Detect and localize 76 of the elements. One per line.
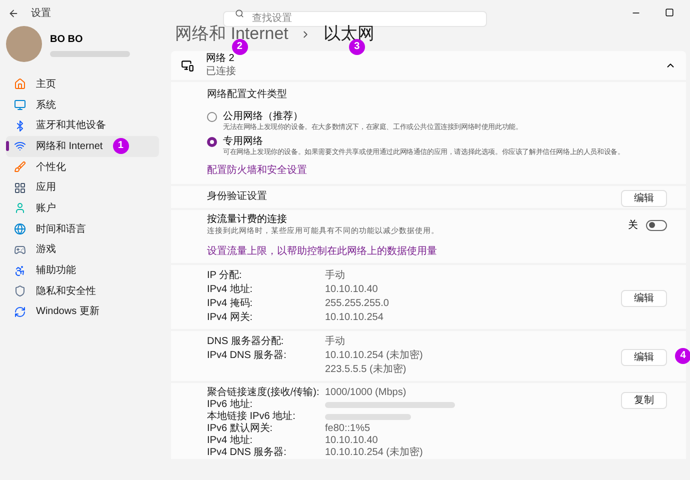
nav-item[interactable]: 主页: [6, 74, 159, 95]
edit-button[interactable]: 编辑: [621, 290, 667, 307]
property-value: 10.10.10.40: [325, 283, 378, 297]
data-limit-link[interactable]: 设置流量上限，以帮助控制在此网络上的数据使用量: [207, 244, 667, 259]
property-label: IP 分配:: [207, 269, 243, 283]
search-icon: [235, 8, 244, 18]
auth-label: 身份验证设置: [207, 190, 267, 204]
back-icon[interactable]: [8, 8, 19, 18]
annotation-badge: 2: [232, 39, 248, 55]
property-value: 手动: [325, 269, 345, 283]
nav-item[interactable]: 个性化: [6, 156, 159, 178]
radio-label: 公用网络（推荐）: [223, 110, 304, 123]
property-label: IPv4 地址:: [207, 283, 254, 297]
maximize-icon[interactable]: [665, 8, 674, 17]
search-field[interactable]: 查找设置: [223, 10, 487, 26]
brush-icon: [14, 161, 26, 174]
user-icon: [14, 202, 26, 214]
monitor-icon: [14, 99, 26, 112]
property-label: IPv4 网关:: [207, 311, 254, 325]
firewall-link[interactable]: 配置防火墙和安全设置: [207, 163, 678, 178]
shield-icon: [14, 285, 26, 298]
property-value: 10.10.10.254 (未加密): [325, 349, 423, 363]
nav-item[interactable]: 系统: [6, 94, 159, 116]
toggle-switch[interactable]: [646, 220, 667, 230]
property-label: IPv4 地址:: [207, 434, 254, 448]
metered-label: 按流量计费的连接: [207, 214, 288, 226]
property-value: 手动: [325, 335, 345, 349]
user-name: BO BO: [50, 32, 84, 46]
apps-icon: [14, 182, 26, 194]
annotation-badge: 1: [112, 138, 129, 154]
network-header[interactable]: 网络 2 已连接: [171, 51, 686, 80]
radio-button[interactable]: [207, 137, 217, 147]
property-label: IPv6 默认网关:: [207, 422, 274, 434]
property-label: IPv4 DNS 服务器:: [207, 349, 288, 363]
section-title: 网络配置文件类型: [207, 88, 288, 102]
annotation-badge: 3: [348, 39, 365, 55]
network-status: 已连接: [206, 66, 236, 78]
nav-item[interactable]: 蓝牙和其他设备: [6, 115, 159, 136]
nav-item[interactable]: 时间和语言: [6, 218, 159, 240]
property-value: 255.255.255.0: [325, 297, 389, 311]
nav-item[interactable]: 账户: [6, 198, 159, 219]
annotation-badge: 4: [675, 348, 690, 364]
globe-icon: [14, 223, 26, 236]
ethernet-icon: [181, 59, 194, 72]
property-value: 1000/1000 (Mbps): [325, 386, 406, 400]
nav-item[interactable]: 游戏: [6, 240, 159, 260]
refresh-icon: [14, 306, 26, 318]
radio-button[interactable]: [207, 112, 217, 122]
nav-item[interactable]: 应用: [6, 177, 159, 198]
window-title: 设置: [31, 6, 51, 20]
edit-button[interactable]: 编辑: [621, 349, 667, 366]
network-name: 网络 2: [206, 53, 236, 66]
avatar-photo: [6, 26, 42, 62]
property-value: 10.10.10.254 (未加密): [325, 446, 423, 460]
toggle-label: 关: [628, 218, 638, 232]
home-icon: [14, 78, 26, 90]
property-value: 223.5.5.5 (未加密): [325, 363, 408, 377]
property-label: 本地链接 IPv6 地址:: [207, 410, 296, 422]
property-label: IPv4 DNS 服务器:: [207, 446, 288, 460]
nav-item[interactable]: Windows 更新: [6, 302, 159, 322]
nav-item[interactable]: 辅助功能: [6, 260, 159, 281]
property-label: 聚合链接速度(接收/传输):: [207, 386, 320, 398]
edit-button[interactable]: 编辑: [621, 190, 667, 207]
gamepad-icon: [14, 244, 26, 256]
property-value: 10.10.10.40: [325, 434, 378, 448]
bluetooth-icon: [14, 120, 26, 132]
property-value: 10.10.10.254: [325, 311, 384, 325]
nav-item[interactable]: 隐私和安全性: [6, 280, 159, 302]
radio-label: 专用网络: [223, 135, 264, 148]
property-label: DNS 服务器分配:: [207, 335, 285, 349]
edit-button[interactable]: 复制: [621, 392, 667, 409]
nav-item[interactable]: 网络和 Internet 1: [6, 136, 159, 157]
property-value: fe80::1%5: [325, 422, 370, 436]
property-label: IPv4 掩码:: [207, 297, 254, 311]
property-label: IPv6 地址:: [207, 398, 254, 410]
accessibility-icon: [14, 264, 26, 277]
